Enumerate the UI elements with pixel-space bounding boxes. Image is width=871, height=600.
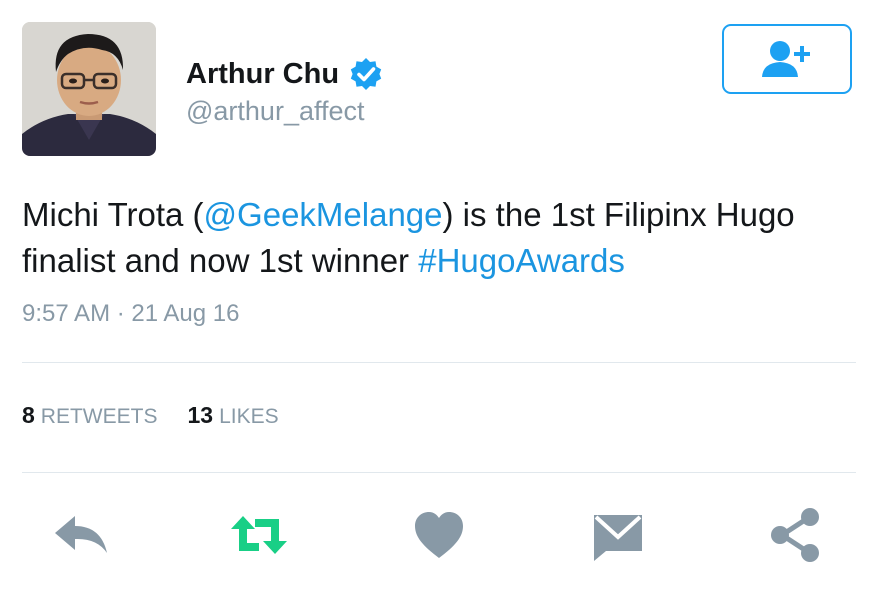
retweet-icon	[231, 516, 287, 554]
author-name-row[interactable]: Arthur Chu	[186, 56, 384, 92]
author-handle[interactable]: @arthur_affect	[186, 96, 365, 127]
tweet-text: Michi Trota (@GeekMelange) is the 1st Fi…	[22, 192, 852, 284]
follow-button[interactable]	[722, 24, 852, 94]
retweets-stat[interactable]: 8 RETWEETS	[22, 402, 157, 429]
envelope-icon	[594, 515, 642, 561]
likes-stat[interactable]: 13 LIKES	[187, 402, 278, 429]
action-bar	[0, 505, 871, 565]
likes-label: LIKES	[219, 405, 279, 428]
share-icon	[771, 508, 819, 562]
reply-icon	[55, 516, 107, 553]
retweets-label: RETWEETS	[40, 405, 158, 428]
direct-message-button[interactable]	[588, 505, 648, 565]
divider-top	[22, 362, 856, 363]
verified-badge-icon	[350, 58, 382, 90]
heart-icon	[415, 512, 463, 558]
profile-photo	[22, 22, 156, 156]
tweet-stats: 8 RETWEETS 13 LIKES	[22, 402, 309, 429]
avatar[interactable]	[22, 22, 156, 156]
author-display-name[interactable]: Arthur Chu	[186, 58, 339, 91]
like-button[interactable]	[409, 505, 469, 565]
retweet-button[interactable]	[229, 505, 289, 565]
hashtag-link[interactable]: #HugoAwards	[418, 242, 625, 279]
follow-user-plus-icon	[762, 41, 810, 77]
share-button[interactable]	[766, 505, 826, 565]
divider-bottom	[22, 472, 856, 473]
tweet-text-part1: Michi Trota (	[22, 196, 204, 233]
reply-button[interactable]	[51, 505, 111, 565]
mention-link[interactable]: @GeekMelange	[204, 196, 443, 233]
likes-count: 13	[187, 402, 214, 428]
tweet-timestamp[interactable]: 9:57 AM · 21 Aug 16	[22, 300, 240, 328]
retweets-count: 8	[22, 402, 35, 428]
